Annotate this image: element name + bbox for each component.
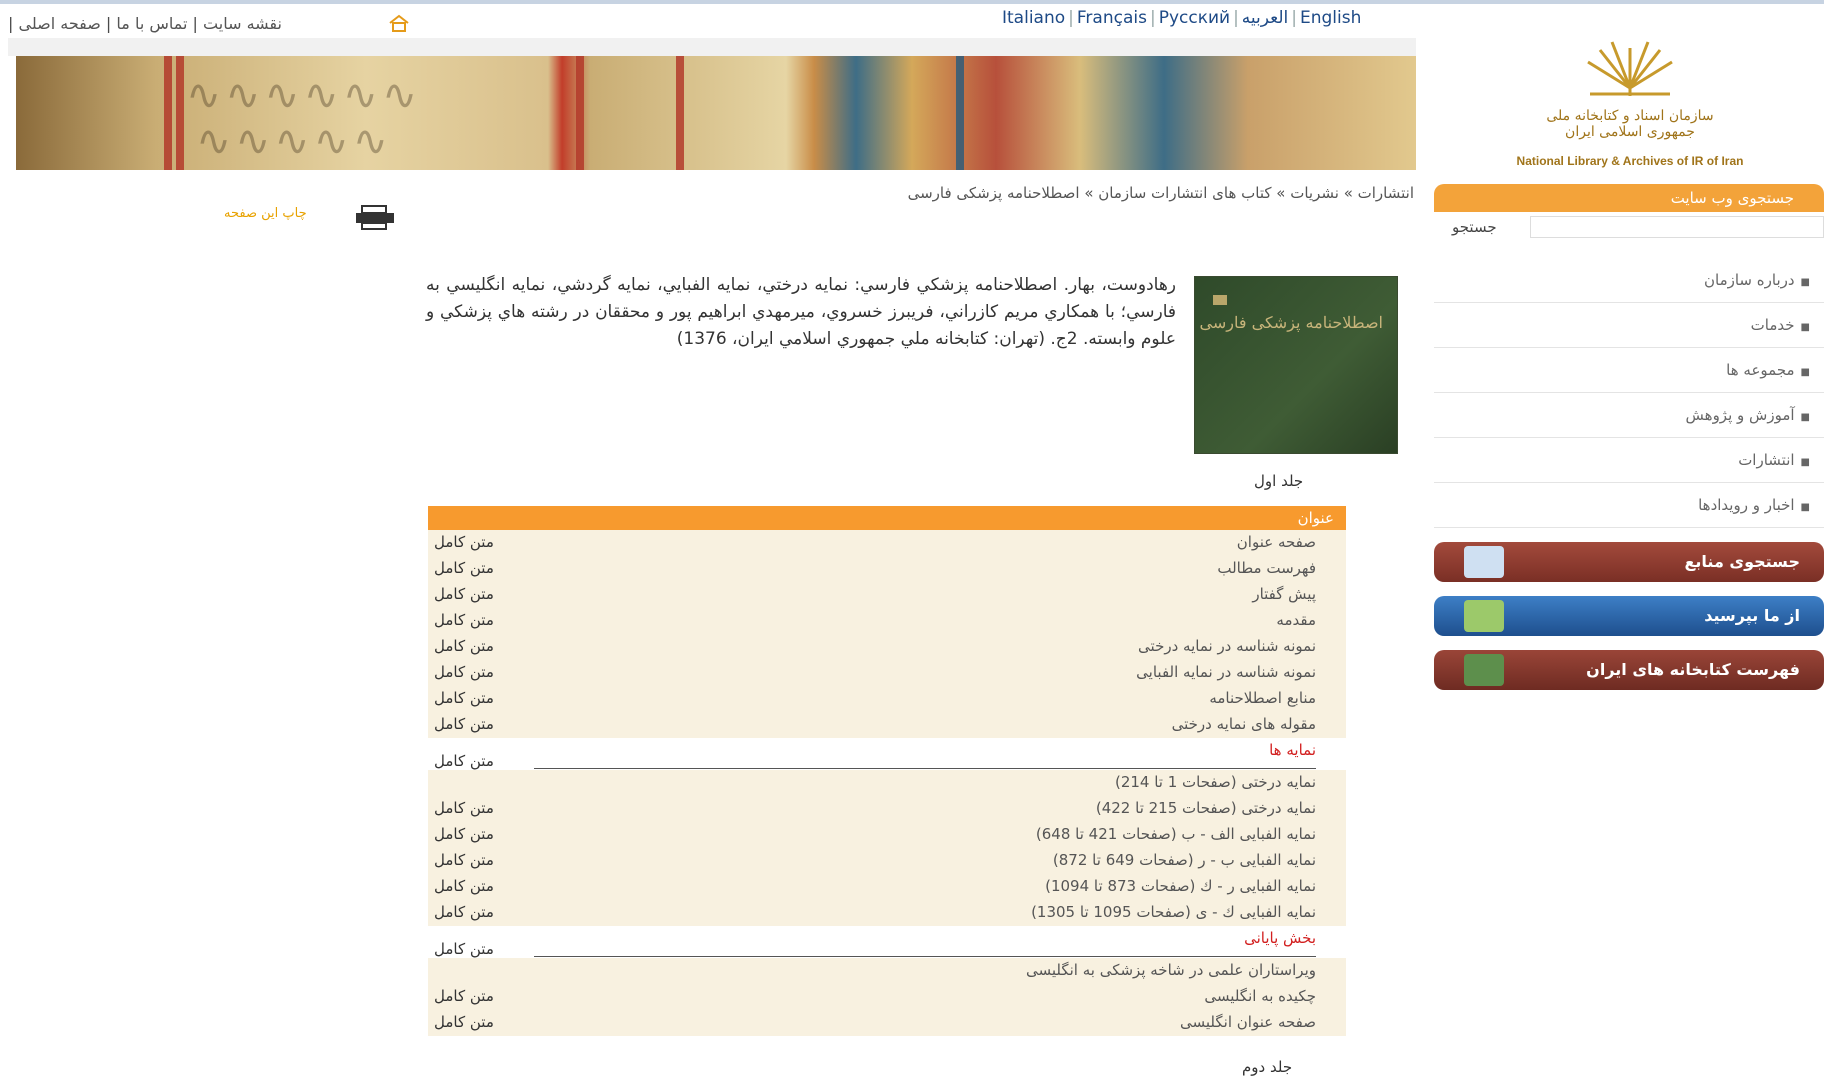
section-title: نمایه ها [1269,741,1316,759]
library-logo[interactable]: سازمان اسناد و کتابخانه ملی جمهوری اسلام… [1440,24,1820,168]
full-text-link[interactable]: متن کامل [434,1013,494,1031]
top-border [0,0,1824,4]
full-text-link[interactable]: متن کامل [434,715,494,733]
library-emblem-icon [1587,41,1673,96]
table-row: نمایه درختی (صفحات 1 تا 214) [428,770,1346,796]
sidebar-item-education-research[interactable]: ■آموزش و پژوهش [1434,393,1824,438]
sidebar-item-collections[interactable]: ■مجموعه ها [1434,348,1824,393]
book-icon [1464,654,1504,686]
language-links: Italiano | Français | Русский | العربیه | Englis… [1002,8,1362,28]
full-text-link[interactable]: متن کامل [434,851,494,869]
lang-russian[interactable]: Русский [1159,8,1230,28]
print-page-link[interactable]: چاپ این صفحه [224,206,307,221]
lang-english[interactable]: English [1300,8,1361,28]
logo-en-text: National Library & Archives of IR of Ira… [1516,154,1744,168]
resource-search-button[interactable]: جستجوی منابع [1434,542,1824,582]
table-row: نمایه درختی (صفحات 215 تا 422) متن کامل [428,796,1346,822]
full-text-link[interactable]: متن کامل [434,825,494,843]
full-text-link[interactable]: متن کامل [434,637,494,655]
iran-libraries-list-button[interactable]: فهرست کتابخانه های ایران [1434,650,1824,690]
search-input[interactable] [1530,216,1824,238]
search-panel-title: جستجوی وب سایت [1434,184,1824,212]
table-row: صفحه عنوان متن کامل [428,530,1346,556]
sidebar-item-about[interactable]: ■درباره سازمان [1434,258,1824,303]
full-text-link[interactable]: متن کامل [434,940,494,958]
contact-us-link[interactable]: تماس با ما [116,14,187,33]
table-row: مقدمه متن کامل [428,608,1346,634]
mail-icon [1464,600,1504,632]
breadcrumb[interactable]: انتشارات » نشریات » کتاب های انتشارات سا… [908,184,1414,202]
full-text-link[interactable]: متن کامل [434,663,494,681]
full-text-link[interactable]: متن کامل [434,559,494,577]
lang-arabic[interactable]: العربیه [1242,8,1288,28]
table-row: فهرست مطالب متن کامل [428,556,1346,582]
table-row: نمایه الفبایی الف - ب (صفحات 421 تا 648)… [428,822,1346,848]
banner-strip [8,38,1416,56]
full-text-link[interactable]: متن کامل [434,799,494,817]
full-text-link[interactable]: متن کامل [434,585,494,603]
lang-italiano[interactable]: Italiano [1002,8,1065,28]
printer-icon[interactable] [352,204,398,232]
table-row: صفحه عنوان انگلیسی متن کامل [428,1010,1346,1036]
book-cover-title: اصطلاحنامه پزشکی فارسی [1199,313,1383,332]
table-row: چکیده به انگلیسی متن کامل [428,984,1346,1010]
full-text-link[interactable]: متن کامل [434,903,494,921]
full-text-link[interactable]: متن کامل [434,752,494,770]
table-row: نمونه شناسه در نمایه الفبایی متن کامل [428,660,1346,686]
section-row-final: بخش پایانی متن کامل [428,926,1346,958]
full-text-link[interactable]: متن کامل [434,987,494,1005]
search-label: جستجو [1452,218,1497,236]
full-text-link[interactable]: متن کامل [434,611,494,629]
sidebar-item-news-events[interactable]: ■اخبار و رویدادها [1434,483,1824,528]
table-row: ویراستاران علمی در شاخه پزشکی به انگلیسی [428,958,1346,984]
table-row: نمایه الفبایی ب - ر (صفحات 649 تا 872) مت… [428,848,1346,874]
logo-fa-line1: سازمان اسناد و کتابخانه ملی [1546,108,1714,124]
section-row-indexes: نمایه ها متن کامل [428,738,1346,770]
full-text-link[interactable]: متن کامل [434,533,494,551]
logo-fa-line2: جمهوری اسلامی ایران [1565,124,1695,140]
table-row: نمایه الفبایی ر - ك (صفحات 873 تا 1094) م… [428,874,1346,900]
contents-table: عنوان صفحه عنوان متن کامل فهرست مطالب متن … [428,506,1346,1036]
sidebar-item-publications[interactable]: ■انتشارات [1434,438,1824,483]
volume-1-label: جلد اول [1254,472,1304,490]
section-title: بخش پایانی [1244,929,1316,947]
full-text-link[interactable]: متن کامل [434,877,494,895]
table-row: منابع اصطلاحنامه متن کامل [428,686,1346,712]
magnifier-icon [1464,546,1504,578]
table-row: نمایه الفبایی ك - ی (صفحات 1095 تا 1305)… [428,900,1346,926]
manuscript-banner: ∿∿∿∿∿∿ ∿∿∿∿∿ [16,56,1416,170]
volume-2-label: جلد دوم [1242,1058,1293,1076]
table-row: پیش گفتار متن کامل [428,582,1346,608]
table-header: عنوان [428,506,1346,530]
sidebar-item-services[interactable]: ■خدمات [1434,303,1824,348]
site-map-link[interactable]: نقشه سایت [203,14,282,33]
book-citation: رهادوست، بهار. اصطلاحنامه پزشکي فارسي: ن… [426,275,1176,349]
book-cover: اصطلاحنامه پزشکی فارسی [1194,276,1398,454]
home-page-link[interactable]: صفحه اصلی [18,14,100,33]
utility-links: نقشه سایت | تماس با ما | صفحه اصلی | [8,14,282,33]
table-row: مقوله های نمایه درختی متن کامل [428,712,1346,738]
sidebar-nav: ■درباره سازمان ■خدمات ■مجموعه ها ■آموزش … [1434,258,1824,528]
home-icon[interactable] [388,14,410,32]
lang-francais[interactable]: Français [1077,8,1147,28]
table-row: نمونه شناسه در نمایه درختی متن کامل [428,634,1346,660]
ask-us-button[interactable]: از ما بپرسید [1434,596,1824,636]
full-text-link[interactable]: متن کامل [434,689,494,707]
